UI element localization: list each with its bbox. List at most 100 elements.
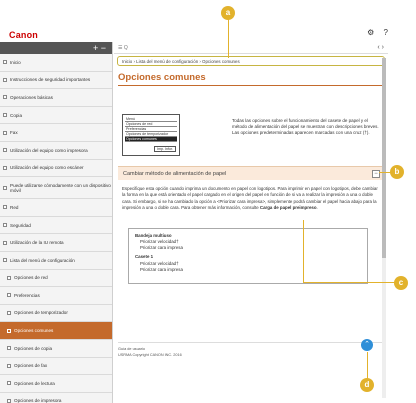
callout-a: a: [221, 6, 235, 20]
body-text-b: .: [316, 205, 318, 211]
sidebar-item-label: Utilización de la IU remota: [10, 240, 64, 246]
checkbox-icon[interactable]: [3, 223, 7, 228]
breadcrumb[interactable]: Inicio › Lista del menú de configuración…: [117, 56, 385, 66]
sidebar-item-label: Opciones de red: [14, 275, 48, 281]
doc-id: [114, 86, 388, 88]
checkbox-icon[interactable]: [7, 398, 11, 403]
app-frame: Canon ⚙ ? + − Inicio Instrucciones de seg…: [0, 0, 416, 403]
menu-screenshot: Menú Opciones de red Preferencias Opciones…: [122, 114, 180, 156]
sidebar-item-label: Opciones de copia: [14, 345, 53, 351]
footer: Guía de usuario USRMA Copyright CANON IN…: [118, 342, 384, 358]
section-title: Cambiar método de alimentación de papel: [123, 171, 227, 177]
callout-c-hline: [303, 282, 395, 283]
checkbox-icon[interactable]: [3, 77, 7, 82]
checkbox-icon[interactable]: [7, 311, 11, 316]
sidebar-item[interactable]: Lista del menú de configuración: [0, 252, 112, 270]
body-link[interactable]: Carga de papel preimpreso: [260, 205, 317, 210]
sidebar-item[interactable]: Preferencias: [0, 287, 112, 305]
callout-d: d: [360, 378, 374, 392]
main-content: ☰ Q ‹ › Inicio › Lista del menú de confi…: [114, 42, 388, 403]
sidebar-item[interactable]: Opciones de impresora: [0, 393, 112, 403]
sidebar-item-label: Copia: [10, 112, 23, 118]
body-text-a: Especifique esta opción cuando imprima u…: [122, 186, 378, 211]
checkbox-icon[interactable]: [7, 381, 11, 386]
checkbox-icon[interactable]: [3, 148, 7, 153]
sidebar-item-label: Fax: [10, 130, 18, 136]
page-nav[interactable]: ‹ ›: [377, 42, 384, 54]
sidebar-item[interactable]: Operaciones básicas: [0, 89, 112, 107]
sidebar-toolbar[interactable]: + −: [0, 42, 112, 54]
options-panel: Bandeja multiuso Priorizar velocidad† Prio…: [128, 228, 368, 284]
footer-line2: USRMA Copyright CANON INC. 2016: [118, 352, 182, 357]
checkbox-icon[interactable]: [3, 258, 7, 263]
callout-c: c: [394, 276, 408, 290]
checkbox-icon[interactable]: [3, 205, 7, 210]
checkbox-icon[interactable]: [3, 240, 7, 245]
sidebar-item-label: Operaciones básicas: [10, 94, 53, 100]
sidebar-item[interactable]: Opciones comunes: [0, 322, 112, 340]
sidebar-item-label: Opciones de impresora: [14, 398, 62, 403]
sidebar-item[interactable]: Copia: [0, 107, 112, 125]
checkbox-icon[interactable]: [7, 275, 11, 280]
gear-icon[interactable]: ⚙: [367, 28, 374, 37]
scrollbar[interactable]: [382, 58, 386, 398]
header: Canon ⚙ ?: [0, 0, 388, 42]
menu-box-button: Imp. Infor.: [154, 146, 176, 152]
sidebar-item-label: Utilización del equipo como impresora: [10, 147, 88, 153]
checkbox-icon[interactable]: [7, 328, 11, 333]
section-body: Especifique esta opción cuando imprima u…: [122, 186, 382, 212]
header-icons: ⚙ ?: [360, 28, 388, 37]
checkbox-icon[interactable]: [7, 363, 11, 368]
sidebar-item-label: Utilización del equipo como escáner: [10, 165, 84, 171]
checkbox-icon[interactable]: [3, 185, 7, 190]
sidebar-item[interactable]: Instrucciones de seguridad importantes: [0, 72, 112, 90]
sidebar-item-label: Red: [10, 204, 19, 210]
sidebar-list: Inicio Instrucciones de seguridad importa…: [0, 54, 112, 403]
sidebar-item[interactable]: Inicio: [0, 54, 112, 72]
page-title: Opciones comunes: [118, 72, 206, 83]
back-to-top-button[interactable]: ⌃: [361, 339, 373, 351]
checkbox-icon[interactable]: [3, 130, 7, 135]
callout-b: b: [390, 165, 404, 179]
sidebar-item[interactable]: Opciones de lectura: [0, 375, 112, 393]
main-toolbar: ☰ Q ‹ ›: [114, 42, 388, 54]
sidebar-item-label: Opciones de fax: [14, 363, 48, 369]
sidebar-item-label: Opciones comunes: [14, 328, 54, 334]
brand-logo: Canon: [9, 30, 38, 40]
checkbox-icon[interactable]: [3, 165, 7, 170]
sidebar-item[interactable]: Utilización de la IU remota: [0, 234, 112, 252]
checkbox-icon[interactable]: [3, 60, 7, 65]
sidebar-item[interactable]: Utilización del equipo como escáner: [0, 160, 112, 178]
checkbox-icon[interactable]: [7, 293, 11, 298]
sidebar-item-label: Opciones de lectura: [14, 380, 55, 386]
sidebar-item-label: Inicio: [10, 59, 21, 65]
callout-c-line: [303, 220, 304, 282]
sidebar-item-label: Puede utilizarse cómodamente con un disp…: [10, 182, 111, 193]
search-icon[interactable]: ☰ Q: [118, 45, 128, 51]
intro-text: Todas las opciones sobre el funcionamien…: [232, 118, 379, 136]
sidebar-item-label: Instrucciones de seguridad importantes: [10, 77, 91, 83]
sidebar-item-label: Preferencias: [14, 292, 40, 298]
sidebar-item-label: Opciones de temporizador: [14, 310, 68, 316]
sidebar-item[interactable]: Opciones de copia: [0, 340, 112, 358]
menu-box-rows: Opciones de red Preferencias Opciones de t…: [125, 122, 177, 142]
sidebar-item[interactable]: Opciones de fax: [0, 358, 112, 376]
menu-box-row: Opciones comunes: [125, 137, 177, 142]
section-header[interactable]: Cambiar método de alimentación de papel …: [118, 166, 384, 180]
scrollbar-thumb[interactable]: [382, 58, 386, 258]
panel-option: Priorizar cara impresa: [140, 266, 183, 272]
sidebar-item[interactable]: Red: [0, 199, 112, 217]
checkbox-icon[interactable]: [7, 346, 11, 351]
sidebar: + − Inicio Instrucciones de seguridad imp…: [0, 42, 113, 403]
sidebar-item[interactable]: Fax: [0, 124, 112, 142]
sidebar-item[interactable]: Opciones de temporizador: [0, 305, 112, 323]
sidebar-item-label: Seguridad: [10, 222, 31, 228]
callout-a-line: [228, 18, 229, 58]
sidebar-item[interactable]: Seguridad: [0, 217, 112, 235]
sidebar-item[interactable]: Utilización del equipo como impresora: [0, 142, 112, 160]
sidebar-item[interactable]: Opciones de red: [0, 270, 112, 288]
checkbox-icon[interactable]: [3, 95, 7, 100]
checkbox-icon[interactable]: [3, 113, 7, 118]
sidebar-item[interactable]: Puede utilizarse cómodamente con un disp…: [0, 177, 112, 200]
question-icon[interactable]: ?: [384, 28, 388, 37]
